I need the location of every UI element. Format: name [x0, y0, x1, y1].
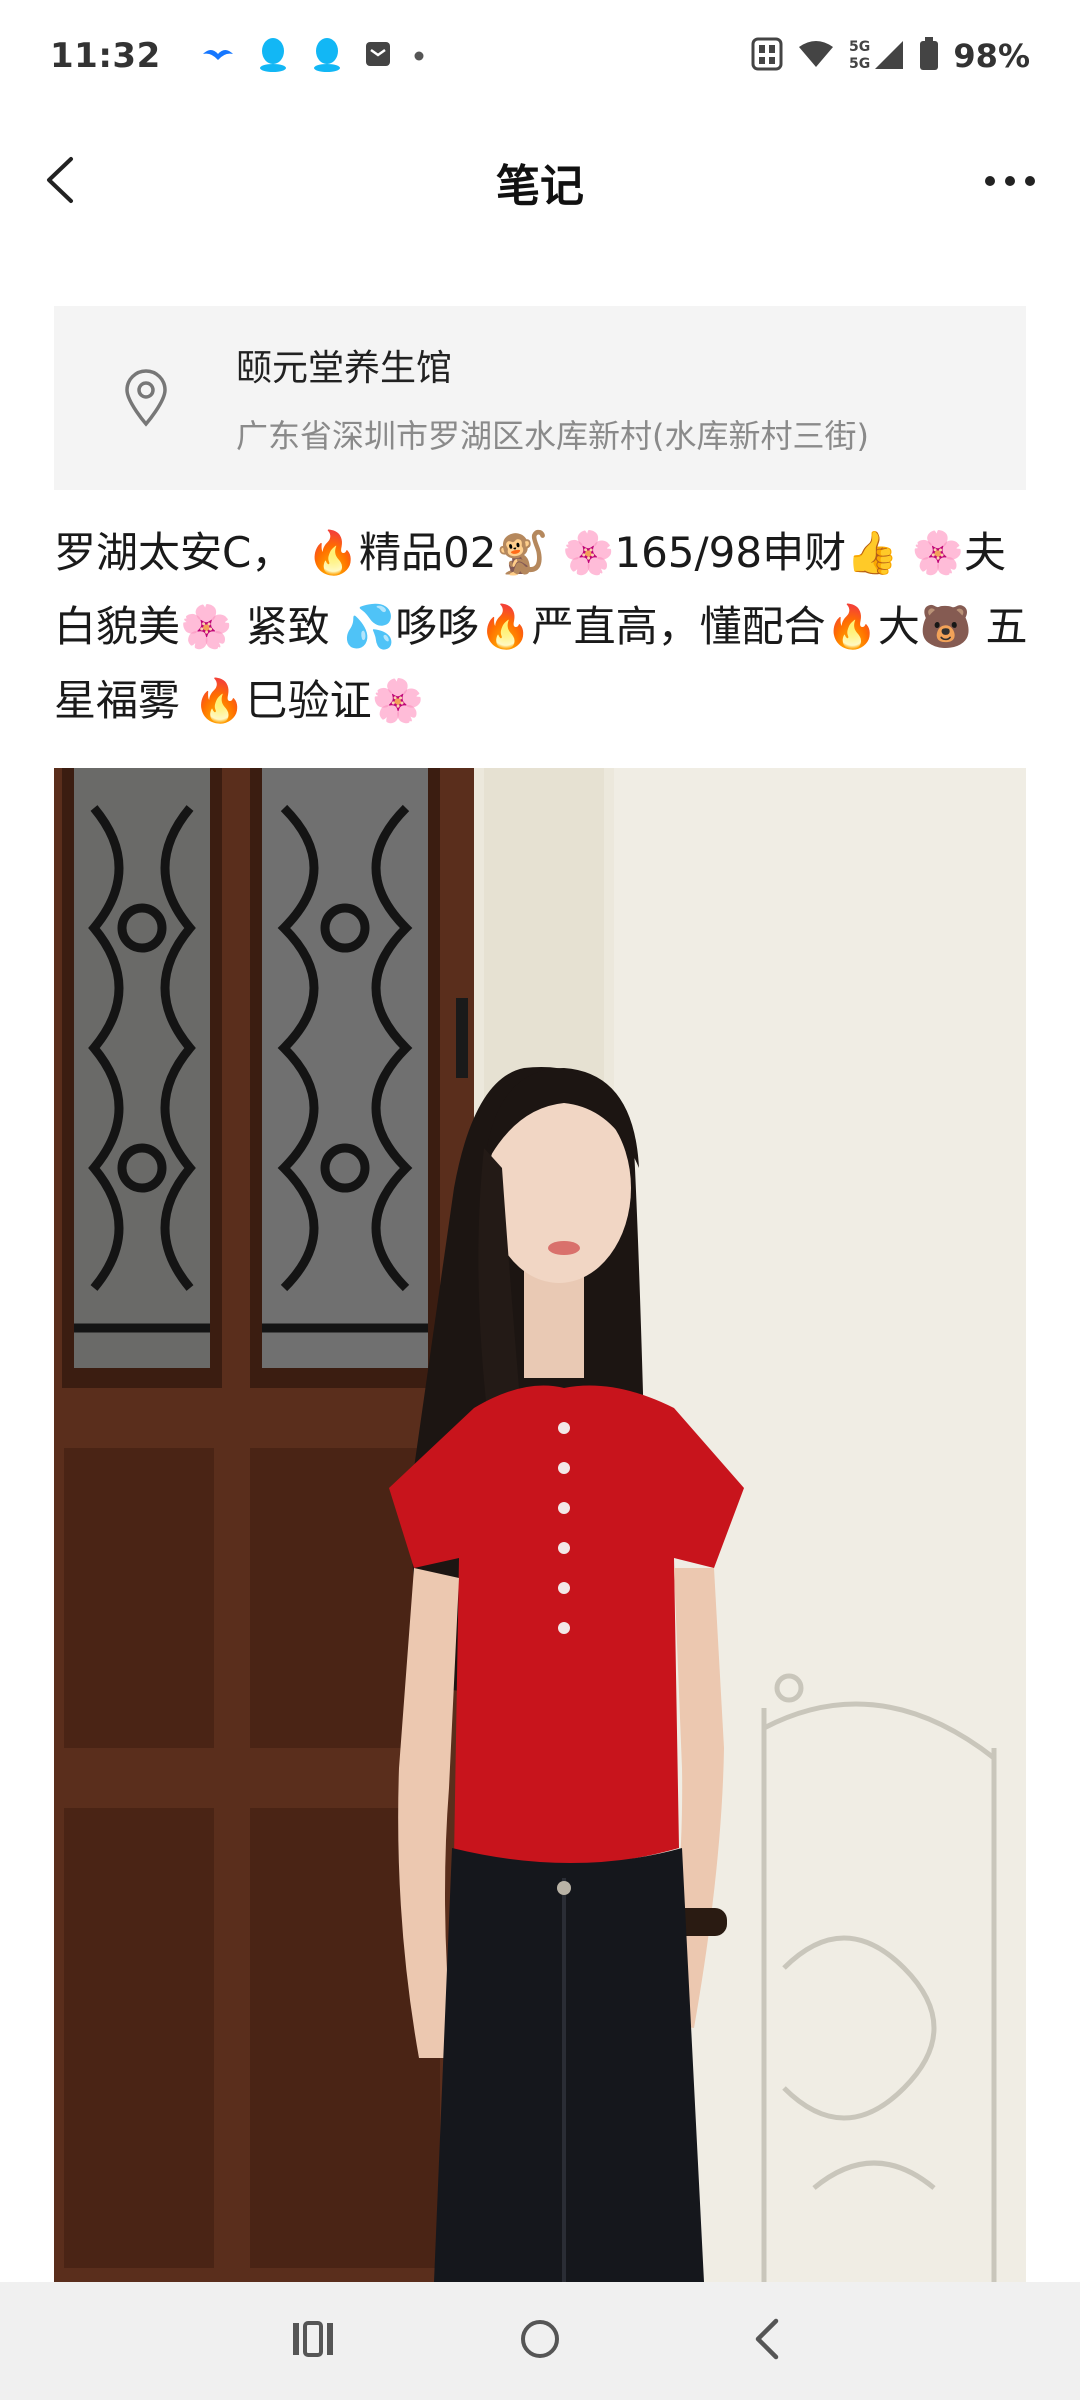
page-header: 笔记 [0, 112, 1080, 252]
system-status-icons: 5G 5G 98% [751, 37, 1030, 75]
recents-icon [291, 2319, 335, 2363]
nav-back-button[interactable] [727, 2301, 807, 2381]
notification-icons [201, 36, 425, 76]
more-button[interactable] [970, 152, 1050, 212]
signal-icon: 5G 5G [849, 37, 905, 75]
qq-icon [311, 36, 343, 76]
location-address: 广东省深圳市罗湖区水库新村(水库新村三街) [236, 417, 869, 455]
dot-icon [413, 47, 425, 66]
mail-icon [365, 41, 391, 71]
wifi-icon [797, 39, 835, 73]
note-photo-illustration [54, 768, 1026, 2282]
home-button[interactable] [500, 2301, 580, 2381]
more-dots-icon [983, 173, 1037, 192]
nfc-icon [751, 37, 783, 75]
home-icon [518, 2317, 562, 2365]
bird-icon [201, 42, 235, 70]
battery-icon [919, 37, 939, 75]
location-texts: 颐元堂养生馆 广东省深圳市罗湖区水库新村(水库新村三街) [236, 339, 869, 457]
system-nav-bar [0, 2282, 1080, 2400]
note-content: 罗湖太安C， 🔥精品02🐒 🌸165/98申财👍 🌸夫白貌美🌸 紧致 💦哆哆🔥严… [54, 528, 1028, 725]
battery-level: 98% [953, 37, 1030, 75]
location-pin-icon [116, 363, 176, 433]
note-photo[interactable] [54, 768, 1026, 2282]
svg-text:5G: 5G [849, 39, 870, 55]
back-button[interactable] [30, 152, 90, 212]
location-name: 颐元堂养生馆 [236, 348, 453, 389]
recents-button[interactable] [273, 2301, 353, 2381]
location-card[interactable]: 颐元堂养生馆 广东省深圳市罗湖区水库新村(水库新村三街) [54, 306, 1026, 490]
status-time: 11:32 [50, 36, 161, 76]
back-arrow-icon [43, 155, 77, 209]
page-title: 笔记 [496, 161, 584, 212]
status-bar: 11:32 5G 5G 98% [0, 0, 1080, 112]
svg-text:5G: 5G [849, 56, 870, 71]
qq-icon [257, 36, 289, 76]
nav-back-icon [752, 2317, 782, 2365]
